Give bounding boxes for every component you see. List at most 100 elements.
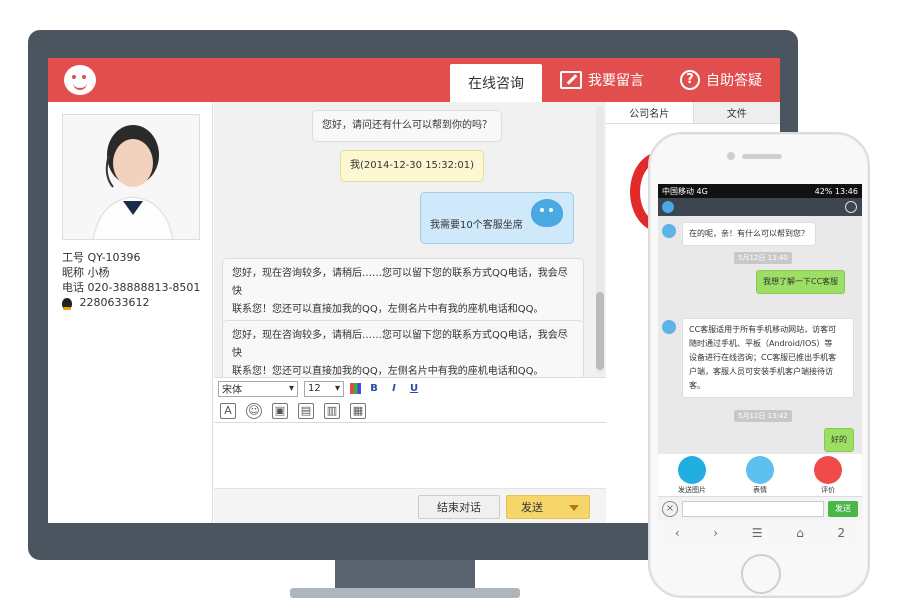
end-chat-button[interactable]: 结束对话 [418, 495, 500, 519]
agent-qq-row[interactable]: 2280633612 [62, 295, 200, 310]
agent-id-row: 工号 QY-10396 [62, 250, 200, 265]
font-family-select[interactable]: 宋体 ▾ [218, 380, 298, 397]
screenshot-icon[interactable]: ▣ [272, 402, 288, 419]
message-line: 您好，现在咨询较多，请稍后……您可以留下您的联系方式QQ电话，我会尽快 [232, 330, 568, 359]
underline-button[interactable]: U [407, 383, 421, 394]
dropdown-arrow-icon: ▾ [288, 383, 294, 394]
message-line: CC客服适用于所有手机移动网站，访客可 [689, 325, 837, 334]
agent-avatar-icon [662, 224, 676, 238]
agent-info: 工号 QY-10396 昵称 小杨 电话 020-38888813-8501 2… [62, 250, 200, 310]
send-label: 发送 [521, 501, 543, 514]
agent-avatar-icon [662, 320, 676, 334]
image-icon[interactable]: ▤ [298, 402, 314, 419]
agent-nickname-row: 昵称 小杨 [62, 265, 200, 280]
phone-send-button[interactable]: 发送 [828, 501, 858, 517]
tab-self-help[interactable]: ? 自助答疑 [662, 58, 780, 102]
phone-nav-bar: ‹ › ☰ ⌂ 2 [658, 520, 862, 546]
tab-label: 公司名片 [629, 109, 670, 120]
tab-files[interactable]: 文件 [693, 102, 780, 123]
monitor-stand [335, 560, 475, 590]
italic-button[interactable]: I [387, 383, 401, 394]
window-header: 在线咨询 我要留言 ? 自助答疑 [48, 58, 780, 523]
file-icon[interactable]: ▥ [324, 402, 340, 419]
tabs-icon[interactable]: 2 [837, 526, 845, 540]
phone-agent-message: CC客服适用于所有手机移动网站，访客可 随时通过手机、平板（Android/IO… [682, 318, 854, 398]
message-text: 好的 [831, 435, 847, 444]
message-line: 联系您！您还可以直接加我的QQ，左侧名片中有我的座机电话和QQ。 [232, 366, 544, 377]
bold-button[interactable]: B [367, 383, 381, 394]
message-line: 客。 [689, 381, 705, 390]
my-message: 我需要10个客服坐席 [420, 192, 574, 244]
phone-my-message: 好的 [824, 428, 854, 452]
font-size-select[interactable]: 12 ▾ [304, 380, 344, 397]
phone-message-input[interactable] [682, 501, 824, 517]
agent-nickname-label: 昵称 [62, 266, 84, 279]
message-line: 您好，现在咨询较多，请稍后……您可以留下您的联系方式QQ电话，我会尽快 [232, 268, 568, 297]
home-icon[interactable]: ⌂ [796, 526, 804, 540]
end-chat-label: 结束对话 [437, 501, 481, 514]
font-style-icon[interactable]: A [220, 402, 236, 419]
qq-penguin-icon [62, 297, 72, 310]
phone-call-icon[interactable] [845, 201, 857, 213]
color-picker-icon[interactable] [350, 383, 361, 394]
tab-leave-message[interactable]: 我要留言 [542, 58, 662, 102]
tab-online-consult[interactable]: 在线咨询 [450, 64, 780, 523]
tab-label: 在线咨询 [468, 76, 524, 92]
message-line: 随时通过手机、平板（Android/IOS）等 [689, 339, 833, 348]
back-icon[interactable]: ‹ [675, 526, 680, 540]
system-message: 您好，请问还有什么可以帮到你的吗？ [312, 110, 502, 142]
picture-icon [678, 456, 706, 484]
phone-frame: 中国移动 4G 42% 13:46 在的呢，亲！有什么可以帮到您？ 5月12日 … [648, 132, 870, 598]
agent-phone-label: 电话 [62, 281, 84, 294]
action-label: 表情 [753, 486, 767, 494]
emoji-icon[interactable]: ☺ [246, 402, 262, 419]
phone-actions: 发送图片 表情 评价 [658, 454, 862, 496]
agent-message: 您好，现在咨询较多，请稍后……您可以留下您的联系方式QQ电话，我会尽快 联系您！… [222, 320, 584, 377]
phone-app-bar [658, 198, 862, 216]
agent-id-value: QY-10396 [87, 251, 141, 264]
message-text: 您好，请问还有什么可以帮到你的吗？ [322, 120, 492, 131]
close-icon[interactable]: × [662, 501, 678, 517]
earpiece [742, 154, 782, 159]
tab-label: 我要留言 [588, 73, 644, 89]
message-input[interactable] [214, 424, 606, 488]
emoji-button[interactable]: 表情 [746, 456, 774, 495]
forward-icon[interactable]: › [713, 526, 718, 540]
action-label: 发送图片 [678, 486, 706, 494]
phone-screen: 中国移动 4G 42% 13:46 在的呢，亲！有什么可以帮到您？ 5月12日 … [658, 184, 862, 546]
help-icon: ? [680, 70, 700, 90]
font-size-value: 12 [308, 383, 321, 394]
scrollbar-thumb[interactable] [596, 292, 604, 370]
agent-avatar-icon [63, 115, 199, 239]
history-icon[interactable]: ▦ [350, 402, 366, 419]
stage: 在线咨询 我要留言 ? 自助答疑 [0, 0, 900, 600]
message-text: 我想了解一下CC客服 [763, 277, 839, 286]
home-button[interactable] [741, 554, 781, 594]
app-logo-icon [662, 201, 674, 213]
tab-label: 文件 [726, 109, 747, 120]
phone-status-bar: 中国移动 4G 42% 13:46 [658, 184, 862, 198]
send-button[interactable]: 发送 [506, 495, 590, 519]
agent-message: 您好，现在咨询较多，请稍后……您可以留下您的联系方式QQ电话，我会尽快 联系您！… [222, 258, 584, 326]
agent-phone-value: 020-38888813-8501 [87, 281, 201, 294]
edit-icon [560, 71, 582, 89]
send-image-button[interactable]: 发送图片 [678, 456, 706, 495]
message-line: 户端，客服人员可安装手机客户端接待访 [689, 367, 833, 376]
timestamp-message: 我(2014-12-30 15:32:01) [340, 150, 485, 182]
carrier-text: 中国移动 4G [662, 186, 708, 196]
caret-down-icon[interactable] [569, 505, 579, 511]
message-line: 联系您！您还可以直接加我的QQ，左侧名片中有我的座机电话和QQ。 [232, 304, 544, 315]
message-text: 在的呢，亲！有什么可以帮到您？ [689, 229, 809, 238]
battery-time-text: 42% 13:46 [814, 186, 858, 196]
phone-timestamp: 5月12日 13:40 [734, 252, 792, 264]
tab-company-card[interactable]: 公司名片 [606, 102, 694, 123]
agent-qq-value: 2280633612 [79, 296, 150, 309]
message-text: 我需要10个客服坐席 [430, 220, 523, 231]
rate-button[interactable]: 评价 [814, 456, 842, 495]
agent-photo [62, 114, 200, 240]
insert-toolbar: A ☺ ▣ ▤ ▥ ▦ [214, 399, 606, 423]
mascot-icon [531, 199, 563, 227]
menu-icon[interactable]: ☰ [752, 526, 763, 540]
phone-my-message: 我想了解一下CC客服 [756, 270, 846, 294]
header-nav: 在线咨询 我要留言 ? 自助答疑 [450, 58, 780, 523]
